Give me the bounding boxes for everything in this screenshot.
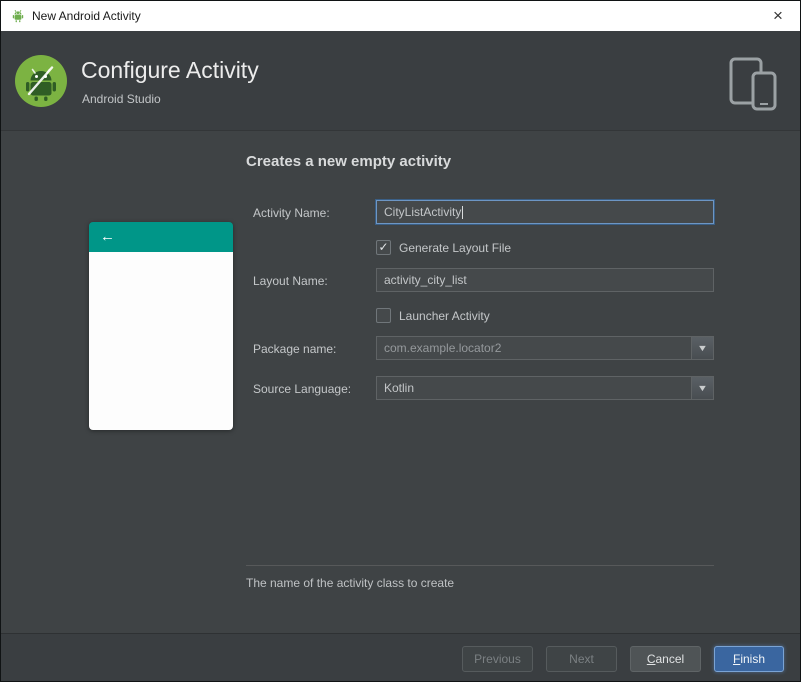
launcher-activity-checkbox[interactable] (376, 308, 391, 323)
step-description: Creates a new empty activity (246, 153, 452, 170)
wizard-content: Creates a new empty activity ← Activity … (1, 131, 800, 633)
activity-name-label: Activity Name: (253, 206, 330, 220)
activity-name-input[interactable]: CityListActivity (376, 200, 714, 224)
activity-name-value: CityListActivity (384, 205, 462, 219)
activity-preview: ← (89, 222, 233, 430)
text-caret (462, 205, 464, 219)
next-button[interactable]: Next (546, 646, 617, 672)
device-preview-icon (728, 56, 778, 117)
layout-name-label: Layout Name: (253, 274, 328, 288)
generate-layout-label[interactable]: Generate Layout File (399, 241, 511, 255)
source-language-dropdown-button[interactable]: ▼ (691, 377, 713, 399)
dropdown-arrow-icon: ▼ (696, 343, 709, 353)
package-name-combobox[interactable]: com.example.locator2 ▼ (376, 336, 714, 360)
divider (246, 565, 714, 566)
preview-body (89, 252, 233, 430)
android-icon (10, 8, 26, 24)
back-arrow-icon: ← (100, 228, 115, 245)
layout-name-input[interactable]: activity_city_list (376, 268, 714, 292)
source-language-select[interactable]: Kotlin ▼ (376, 376, 714, 400)
check-icon: ✓ (378, 240, 389, 254)
finish-button[interactable]: Finish (714, 646, 784, 672)
source-language-label: Source Language: (253, 382, 352, 396)
package-name-label: Package name: (253, 342, 337, 356)
help-text: The name of the activity class to create (246, 576, 455, 590)
cancel-button[interactable]: Cancel (630, 646, 701, 672)
button-bar: Previous Next Cancel Finish (1, 633, 800, 681)
package-name-value: com.example.locator2 (384, 341, 502, 355)
window-title: New Android Activity (32, 9, 141, 23)
android-studio-logo (15, 55, 67, 107)
previous-button[interactable]: Previous (462, 646, 533, 672)
close-button[interactable]: × (756, 1, 800, 31)
generate-layout-checkbox[interactable]: ✓ (376, 240, 391, 255)
launcher-activity-label[interactable]: Launcher Activity (399, 309, 490, 323)
close-icon: × (773, 6, 783, 25)
new-android-activity-dialog: New Android Activity × Configure Activit… (0, 0, 801, 682)
source-language-value: Kotlin (384, 381, 415, 395)
title-bar: New Android Activity × (1, 1, 800, 31)
wizard-header: Configure Activity Android Studio (1, 31, 800, 131)
preview-appbar: ← (89, 222, 233, 252)
wizard-subtitle: Android Studio (82, 92, 161, 106)
dropdown-arrow-icon: ▼ (696, 383, 709, 393)
layout-name-value: activity_city_list (384, 273, 467, 287)
wizard-title: Configure Activity (81, 57, 259, 83)
package-name-dropdown-button[interactable]: ▼ (691, 337, 713, 359)
